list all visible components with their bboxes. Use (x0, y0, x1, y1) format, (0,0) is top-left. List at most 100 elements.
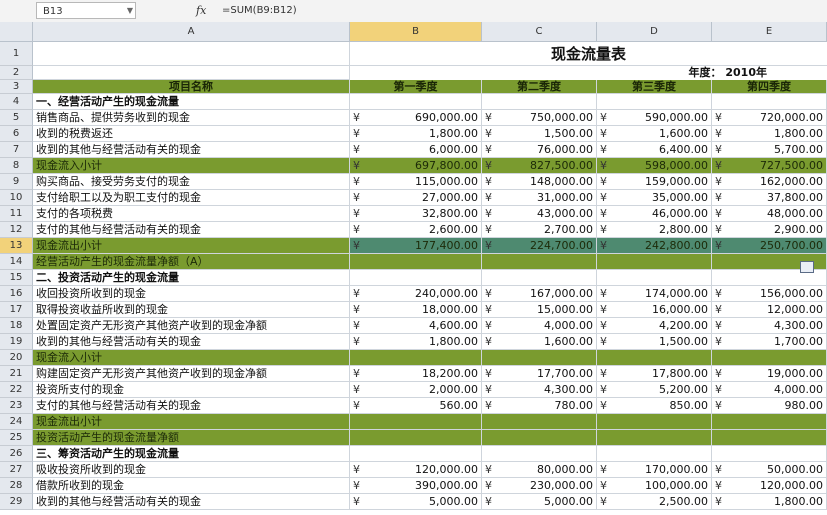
value-cell[interactable]: ¥598,000.00 (597, 158, 712, 174)
name-box[interactable]: B13 (36, 2, 136, 19)
value-cell[interactable] (712, 94, 827, 110)
value-cell[interactable] (482, 414, 597, 430)
row-header[interactable]: 12 (0, 222, 33, 238)
row-label[interactable]: 三、筹资活动产生的现金流量 (33, 446, 350, 462)
row-label[interactable]: 借款所收到的现金 (33, 478, 350, 494)
value-cell[interactable]: ¥156,000.00 (712, 286, 827, 302)
row-header[interactable]: 4 (0, 94, 33, 110)
formula-input[interactable]: =SUM(B9:B12) (222, 2, 822, 19)
value-cell[interactable]: ¥1,800.00 (712, 494, 827, 510)
row-header[interactable]: 11 (0, 206, 33, 222)
row-header[interactable]: 8 (0, 158, 33, 174)
value-cell[interactable] (597, 430, 712, 446)
row-header[interactable]: 1 (0, 42, 33, 66)
row-label[interactable]: 支付的各项税费 (33, 206, 350, 222)
value-cell[interactable]: ¥2,500.00 (597, 494, 712, 510)
value-cell[interactable]: ¥1,700.00 (712, 334, 827, 350)
value-cell[interactable]: ¥5,000.00 (482, 494, 597, 510)
value-cell[interactable]: ¥1,600.00 (482, 334, 597, 350)
value-cell[interactable] (597, 270, 712, 286)
chevron-down-icon[interactable]: ▼ (124, 2, 136, 19)
row-label[interactable]: 收到的其他与经营活动有关的现金 (33, 334, 350, 350)
value-cell[interactable]: ¥32,800.00 (350, 206, 482, 222)
row-header[interactable]: 19 (0, 334, 33, 350)
value-cell[interactable]: ¥18,000.00 (350, 302, 482, 318)
value-cell[interactable]: ¥4,300.00 (712, 318, 827, 334)
value-cell[interactable]: ¥750,000.00 (482, 110, 597, 126)
row-label[interactable]: 收到的其他与经营活动有关的现金 (33, 494, 350, 510)
value-cell[interactable]: ¥46,000.00 (597, 206, 712, 222)
value-cell[interactable]: ¥2,000.00 (350, 382, 482, 398)
row-label[interactable]: 收回投资所收到的现金 (33, 286, 350, 302)
value-cell[interactable]: ¥2,600.00 (350, 222, 482, 238)
value-cell[interactable]: ¥720,000.00 (712, 110, 827, 126)
row-label[interactable]: 销售商品、提供劳务收到的现金 (33, 110, 350, 126)
column-header-b[interactable]: B (350, 22, 482, 42)
value-cell[interactable]: ¥690,000.00 (350, 110, 482, 126)
header-cell[interactable]: 第三季度 (597, 80, 712, 94)
header-cell[interactable]: 项目名称 (33, 80, 350, 94)
value-cell[interactable]: ¥167,000.00 (482, 286, 597, 302)
value-cell[interactable] (350, 414, 482, 430)
value-cell[interactable]: ¥6,400.00 (597, 142, 712, 158)
row-label[interactable]: 购建固定资产无形资产其他资产收到的现金净额 (33, 366, 350, 382)
value-cell[interactable] (482, 446, 597, 462)
value-cell[interactable]: ¥17,700.00 (482, 366, 597, 382)
header-cell[interactable]: 第四季度 (712, 80, 827, 94)
value-cell[interactable] (350, 430, 482, 446)
row-label[interactable]: 支付的其他与经营活动有关的现金 (33, 398, 350, 414)
value-cell[interactable]: ¥174,000.00 (597, 286, 712, 302)
value-cell[interactable]: ¥980.00 (712, 398, 827, 414)
value-cell[interactable]: ¥120,000.00 (350, 462, 482, 478)
value-cell[interactable] (482, 430, 597, 446)
value-cell[interactable]: ¥1,500.00 (597, 334, 712, 350)
select-all-corner[interactable] (0, 22, 33, 42)
row-header[interactable]: 26 (0, 446, 33, 462)
row-header[interactable]: 10 (0, 190, 33, 206)
value-cell[interactable] (712, 430, 827, 446)
value-cell[interactable] (712, 446, 827, 462)
row-header[interactable]: 13 (0, 238, 33, 254)
value-cell[interactable]: ¥80,000.00 (482, 462, 597, 478)
row-label[interactable]: 现金流出小计 (33, 238, 350, 254)
value-cell[interactable]: ¥4,000.00 (482, 318, 597, 334)
value-cell[interactable]: ¥1,800.00 (350, 126, 482, 142)
row-header[interactable]: 2 (0, 66, 33, 80)
value-cell[interactable]: ¥2,700.00 (482, 222, 597, 238)
value-cell[interactable]: ¥18,200.00 (350, 366, 482, 382)
row-label[interactable]: 投资所支付的现金 (33, 382, 350, 398)
value-cell[interactable]: ¥177,400.00 (350, 238, 482, 254)
row-label[interactable]: 收到的税费返还 (33, 126, 350, 142)
row-header[interactable]: 6 (0, 126, 33, 142)
value-cell[interactable] (350, 270, 482, 286)
column-header-e[interactable]: E (712, 22, 827, 42)
value-cell[interactable] (482, 270, 597, 286)
value-cell[interactable]: ¥727,500.00 (712, 158, 827, 174)
row-label[interactable]: 现金流入小计 (33, 158, 350, 174)
row-header[interactable]: 17 (0, 302, 33, 318)
value-cell[interactable]: ¥76,000.00 (482, 142, 597, 158)
value-cell[interactable]: ¥1,800.00 (350, 334, 482, 350)
value-cell[interactable]: ¥19,000.00 (712, 366, 827, 382)
row-header[interactable]: 9 (0, 174, 33, 190)
value-cell[interactable]: ¥240,000.00 (350, 286, 482, 302)
row-header[interactable]: 15 (0, 270, 33, 286)
column-header-d[interactable]: D (597, 22, 712, 42)
row-header[interactable]: 24 (0, 414, 33, 430)
row-header[interactable]: 5 (0, 110, 33, 126)
value-cell[interactable]: ¥16,000.00 (597, 302, 712, 318)
cell-a1[interactable] (33, 42, 350, 66)
value-cell[interactable]: ¥31,000.00 (482, 190, 597, 206)
value-cell[interactable]: ¥850.00 (597, 398, 712, 414)
value-cell[interactable]: ¥5,200.00 (597, 382, 712, 398)
value-cell[interactable]: ¥5,000.00 (350, 494, 482, 510)
row-header[interactable]: 14 (0, 254, 33, 270)
value-cell[interactable]: ¥37,800.00 (712, 190, 827, 206)
value-cell[interactable]: ¥224,700.00 (482, 238, 597, 254)
value-cell[interactable]: ¥100,000.00 (597, 478, 712, 494)
value-cell[interactable]: ¥6,000.00 (350, 142, 482, 158)
row-label[interactable]: 支付给职工以及为职工支付的现金 (33, 190, 350, 206)
row-label[interactable]: 支付的其他与经营活动有关的现金 (33, 222, 350, 238)
value-cell[interactable]: ¥4,300.00 (482, 382, 597, 398)
value-cell[interactable]: ¥560.00 (350, 398, 482, 414)
